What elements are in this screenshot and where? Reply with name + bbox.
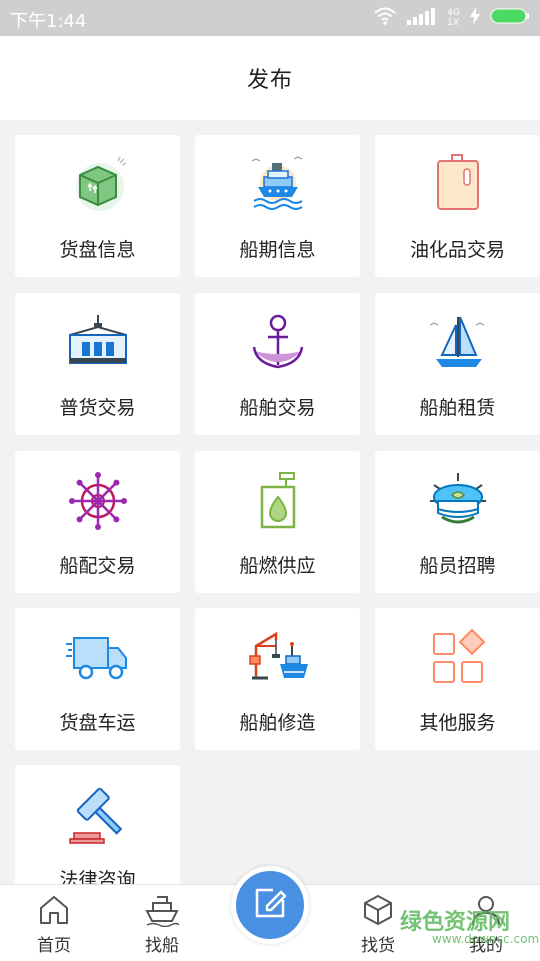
container-icon xyxy=(66,311,130,375)
watermark-url: www.downcc.com xyxy=(432,932,540,946)
tile-label: 船舶租赁 xyxy=(419,397,496,419)
service-grid: 货盘信息 船期信息 油化品交易 普货交易 船舶交易 船舶租赁 船配交易 船燃供应… xyxy=(0,120,540,884)
tile-oil-chemical[interactable]: 油化品交易 xyxy=(375,135,540,277)
publish-button[interactable] xyxy=(231,866,309,944)
ship-wheel-icon xyxy=(66,469,130,533)
page-header: 发布 xyxy=(0,36,540,120)
battery-icon xyxy=(490,8,530,28)
fuel-can-icon xyxy=(246,469,310,533)
tile-general-cargo[interactable]: 普货交易 xyxy=(15,293,180,435)
tile-label: 法律咨询 xyxy=(59,869,136,884)
tile-other-services[interactable]: 其他服务 xyxy=(375,608,540,750)
edit-icon xyxy=(251,884,289,926)
tab-label: 首页 xyxy=(37,936,71,956)
tile-label: 油化品交易 xyxy=(409,239,505,261)
tile-label: 船舶修造 xyxy=(239,712,316,734)
oil-tank-icon xyxy=(426,153,490,217)
tile-ship-schedule[interactable]: 船期信息 xyxy=(195,135,360,277)
wifi-icon xyxy=(373,6,397,30)
anchor-icon xyxy=(246,311,310,375)
captain-hat-icon xyxy=(426,469,490,533)
gavel-icon xyxy=(66,783,130,847)
tile-label: 船期信息 xyxy=(239,239,316,261)
tile-label: 其他服务 xyxy=(419,712,496,734)
charging-icon xyxy=(470,7,480,29)
box-icon xyxy=(361,893,395,927)
tile-label: 货盘车运 xyxy=(59,712,136,734)
status-icons: 4G 1X xyxy=(373,6,530,30)
tab-home[interactable]: 首页 xyxy=(9,885,99,961)
tile-legal-consult[interactable]: 法律咨询 xyxy=(15,765,180,884)
tile-label: 船舶交易 xyxy=(239,397,316,419)
tile-label: 船配交易 xyxy=(59,555,136,577)
home-icon xyxy=(37,893,71,927)
tile-crew-recruit[interactable]: 船员招聘 xyxy=(375,451,540,593)
tile-ship-parts[interactable]: 船配交易 xyxy=(15,451,180,593)
tile-ship-leasing[interactable]: 船舶租赁 xyxy=(375,293,540,435)
signal-icon xyxy=(407,6,437,30)
cargo-box-icon xyxy=(66,153,130,217)
status-time: 下午1:44 xyxy=(10,11,87,32)
ship-schedule-icon xyxy=(246,153,310,217)
tile-label: 货盘信息 xyxy=(59,239,136,261)
status-bar: 下午1:44 4G 1X xyxy=(0,0,540,36)
network-type: 4G 1X xyxy=(447,8,460,28)
tile-label: 普货交易 xyxy=(59,397,136,419)
page-title: 发布 xyxy=(246,68,293,93)
truck-icon xyxy=(65,626,130,690)
sailboat-icon xyxy=(426,311,490,375)
tile-ship-repair[interactable]: 船舶修造 xyxy=(195,608,360,750)
tile-cargo-info[interactable]: 货盘信息 xyxy=(15,135,180,277)
grid-apps-icon xyxy=(426,626,490,690)
ship-icon xyxy=(145,893,179,927)
tab-label: 找船 xyxy=(145,936,179,956)
tile-ship-trade[interactable]: 船舶交易 xyxy=(195,293,360,435)
shipyard-crane-icon xyxy=(246,626,310,690)
tile-ship-fuel[interactable]: 船燃供应 xyxy=(195,451,360,593)
tile-label: 船燃供应 xyxy=(239,555,316,577)
tile-cargo-truck[interactable]: 货盘车运 xyxy=(15,608,180,750)
tab-find-ship[interactable]: 找船 xyxy=(117,885,207,961)
tile-label: 船员招聘 xyxy=(419,555,496,577)
